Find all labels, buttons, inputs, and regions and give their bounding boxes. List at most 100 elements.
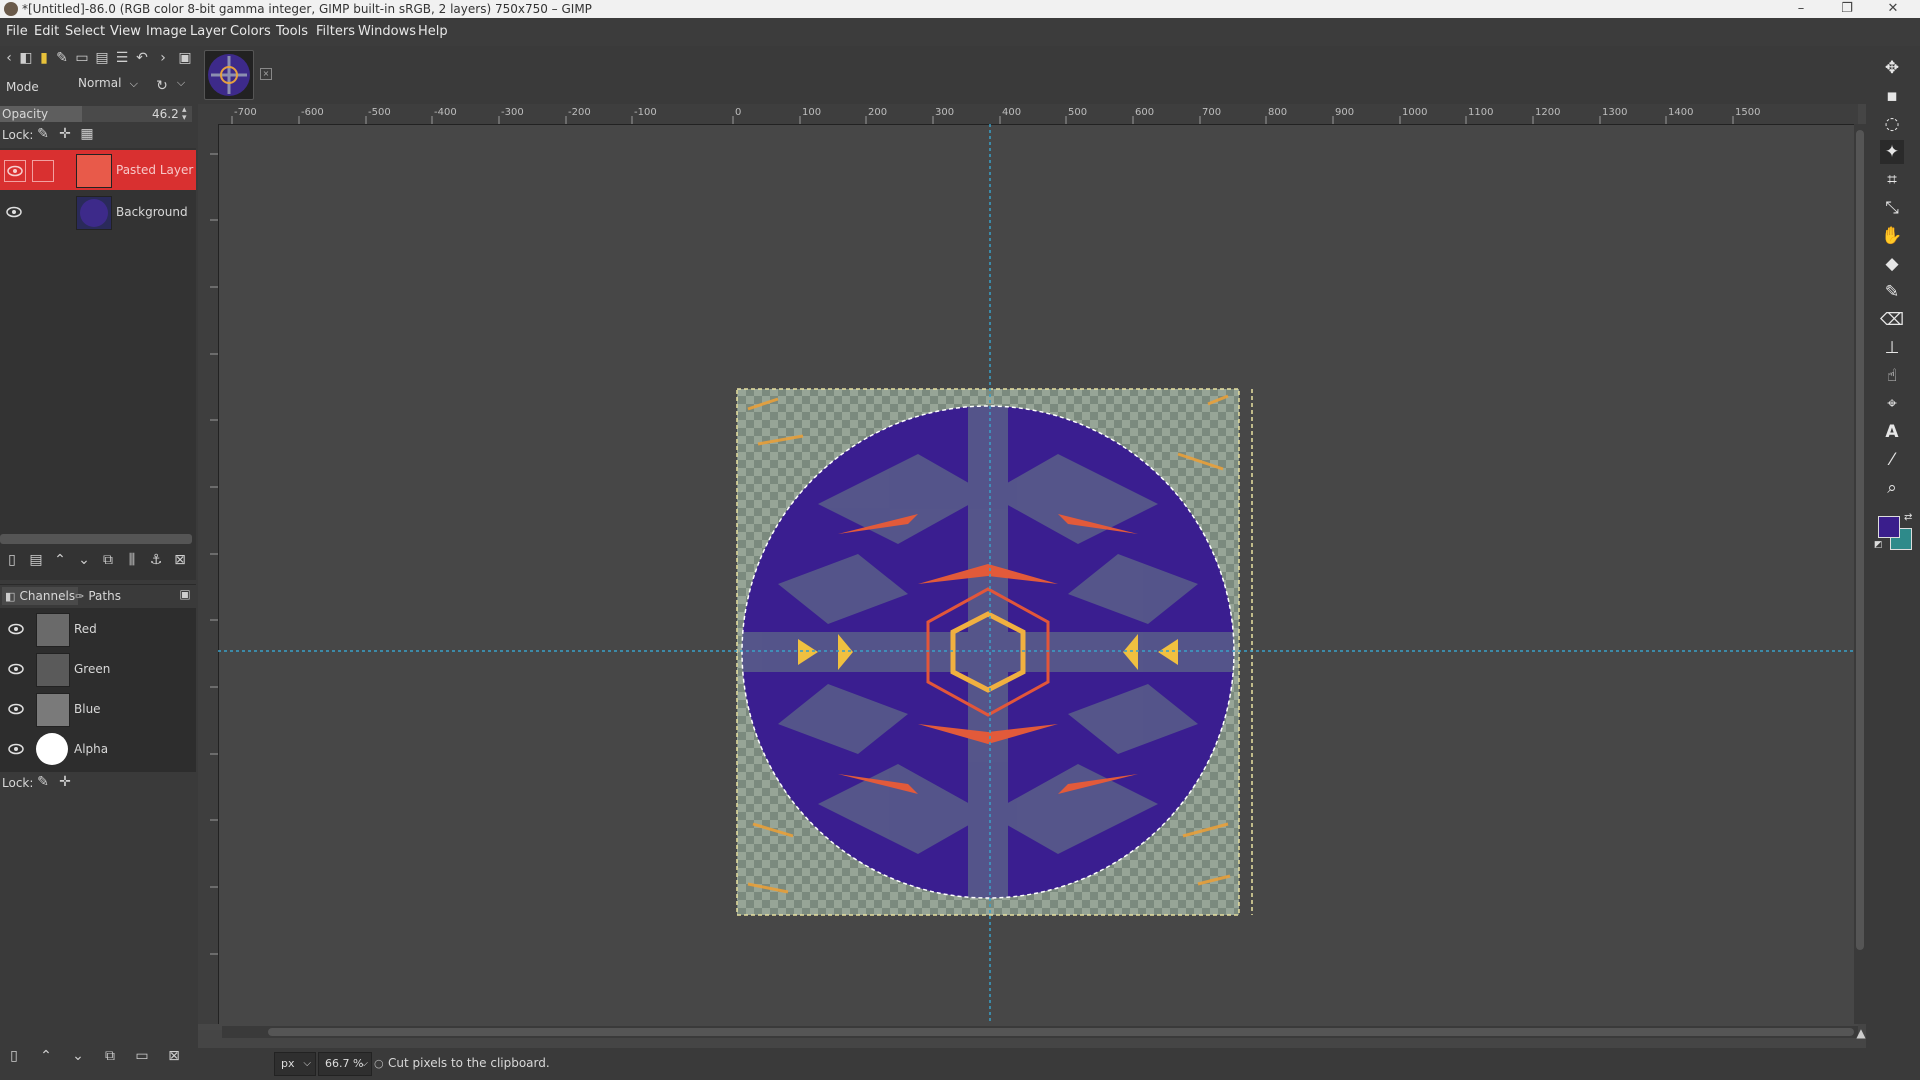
tab-channels-label: Channels (19, 589, 76, 603)
channel-row-blue[interactable]: Blue (0, 690, 196, 728)
brushes-tab-icon[interactable]: ▮ (36, 50, 52, 66)
lower-channel-icon[interactable]: ⌄ (70, 1048, 86, 1064)
paintbrush-tool-icon[interactable]: ✎ (1880, 280, 1904, 304)
warp-tool-icon[interactable]: ✋ (1880, 224, 1904, 248)
move-tool-icon[interactable]: ✥ (1880, 56, 1904, 80)
swap-colors-icon[interactable]: ⇄ (1904, 512, 1912, 523)
mode-reset-icon[interactable]: ↻ (154, 78, 170, 94)
channels-button-bar: ▯ ⌃ ⌄ ⧉ ▭ ⊠ (0, 1046, 196, 1070)
menu-colors[interactable]: Colors (224, 18, 277, 46)
unit-dropdown[interactable]: px ⌵ (274, 1052, 316, 1076)
zoom-dropdown[interactable]: 66.7 % ⌵ (318, 1052, 372, 1076)
chain-toggle[interactable] (32, 160, 54, 182)
layers-tab-icon[interactable]: ☰ (114, 50, 130, 66)
delete-channel-icon[interactable]: ⊠ (166, 1048, 182, 1064)
fuzzy-select-tool-icon[interactable]: ✦ (1880, 140, 1904, 164)
tool-options-tab-icon[interactable]: ◧ (18, 50, 34, 66)
vertical-ruler[interactable] (198, 124, 219, 1024)
raise-channel-icon[interactable]: ⌃ (38, 1048, 54, 1064)
eye-icon[interactable] (4, 202, 24, 222)
lock-label: Lock: (2, 128, 34, 142)
eye-icon[interactable] (6, 699, 26, 719)
menu-help[interactable]: Help (412, 18, 454, 46)
menu-tools[interactable]: Tools (270, 18, 314, 46)
new-layer-icon[interactable]: ▯ (4, 552, 20, 568)
lock-alpha-icon[interactable]: ▦ (80, 126, 94, 142)
anchor-layer-icon[interactable]: ⚓ (148, 552, 164, 568)
channel-row-alpha[interactable]: Alpha (0, 730, 196, 768)
mode-dropdown[interactable]: Normal ⌵ (78, 76, 146, 96)
lasso-tool-icon[interactable]: ◌ (1880, 112, 1904, 136)
text-tool-icon[interactable]: A (1880, 420, 1904, 444)
lower-layer-icon[interactable]: ⌄ (76, 552, 92, 568)
merge-layer-icon[interactable]: ⫼ (124, 552, 140, 568)
minimize-button[interactable]: – (1786, 0, 1816, 18)
device-tab-icon[interactable]: ▭ (74, 50, 90, 66)
image-canvas[interactable] (218, 124, 1858, 1030)
new-channel-icon[interactable]: ▯ (6, 1048, 22, 1064)
tab-channels[interactable]: ◧ Channels (2, 587, 79, 605)
opacity-spin-icon[interactable]: ▴ ▾ (182, 106, 187, 123)
opacity-slider[interactable]: Opacity 46.2 ▴ ▾ (0, 106, 192, 123)
chevron-left-icon[interactable]: ‹ (2, 50, 16, 66)
close-button[interactable]: ✕ (1878, 0, 1908, 18)
new-layer-group-icon[interactable]: ▤ (28, 552, 44, 568)
default-colors-icon[interactable]: ◩ (1874, 540, 1883, 550)
lock-position-icon[interactable]: ✛ (58, 774, 72, 790)
tab-paths[interactable]: ✑ Paths (72, 587, 124, 605)
duplicate-channel-icon[interactable]: ⧉ (102, 1048, 118, 1064)
vertical-scrollbar-thumb[interactable] (1856, 130, 1864, 950)
paths-tab-icon: ✑ (75, 590, 85, 603)
unified-transform-tool-icon[interactable]: ⤡ (1880, 196, 1904, 220)
color-swatches[interactable]: ⇄ ◩ (1874, 512, 1912, 550)
lock-position-icon[interactable]: ✛ (58, 126, 72, 142)
horizontal-scrollbar-thumb[interactable] (268, 1028, 1854, 1036)
dock-menu-icon[interactable]: ▣ (178, 50, 192, 66)
paths-tool-icon[interactable]: ⌖ (1880, 392, 1904, 416)
maximize-button[interactable]: ❐ (1832, 0, 1862, 18)
paint-tab-icon[interactable]: ✎ (54, 50, 70, 66)
channel-thumbnail (36, 613, 70, 647)
bucket-fill-tool-icon[interactable]: ◆ (1880, 252, 1904, 276)
chevron-down-icon[interactable]: ⌵ (174, 76, 188, 90)
layers-list: Pasted Layer Background (0, 148, 196, 580)
channel-row-green[interactable]: Green (0, 650, 196, 688)
close-image-tab-icon[interactable]: × (260, 68, 272, 80)
lock-pixels-icon[interactable]: ✎ (36, 774, 50, 790)
color-picker-tool-icon[interactable]: ⁄ (1880, 448, 1904, 472)
kaleidoscope-circle (742, 406, 1234, 898)
image-tab-thumbnail[interactable] (204, 50, 254, 100)
foreground-color-swatch[interactable] (1878, 516, 1900, 538)
channel-to-selection-icon[interactable]: ▭ (134, 1048, 150, 1064)
clone-tool-icon[interactable]: ⊥ (1880, 336, 1904, 360)
chevron-down-icon: ⌵ (303, 1058, 311, 1069)
crop-tool-icon[interactable]: ⌗ (1880, 168, 1904, 192)
dock-menu-icon[interactable]: ▣ (178, 587, 192, 601)
raise-layer-icon[interactable]: ⌃ (52, 552, 68, 568)
zoom-tool-icon[interactable]: ⌕ (1880, 476, 1904, 500)
lock-pixels-icon[interactable]: ✎ (36, 126, 50, 142)
eraser-tool-icon[interactable]: ⌫ (1880, 308, 1904, 332)
layer-row-pasted-layer[interactable]: Pasted Layer (0, 150, 196, 190)
align-tool-icon[interactable]: ▪ (1880, 84, 1904, 108)
horizontal-ruler[interactable]: -700 -600 -500 -400 -300 -200 -100 0 100… (198, 104, 1858, 125)
eye-icon[interactable] (6, 619, 26, 639)
layer-thumbnail (76, 196, 112, 230)
images-tab-icon[interactable]: ▤ (94, 50, 110, 66)
layer-name[interactable]: Background (116, 205, 188, 219)
horizontal-scrollbar[interactable] (222, 1026, 1858, 1038)
chevron-right-icon[interactable]: › (156, 50, 170, 66)
smudge-tool-icon[interactable]: ☝ (1880, 364, 1904, 388)
undo-history-tab-icon[interactable]: ↶ (134, 50, 150, 66)
channel-row-red[interactable]: Red (0, 610, 196, 648)
layer-row-background[interactable]: Background (0, 192, 196, 232)
new-channel-icon[interactable] (204, 1054, 224, 1074)
eye-icon[interactable] (6, 739, 26, 759)
vertical-scrollbar[interactable] (1854, 124, 1866, 1024)
eye-icon[interactable] (4, 160, 26, 182)
delete-layer-icon[interactable]: ⊠ (172, 552, 188, 568)
eye-icon[interactable] (6, 659, 26, 679)
layer-name[interactable]: Pasted Layer (116, 163, 193, 177)
layers-scrollbar[interactable] (0, 534, 192, 544)
duplicate-layer-icon[interactable]: ⧉ (100, 552, 116, 568)
